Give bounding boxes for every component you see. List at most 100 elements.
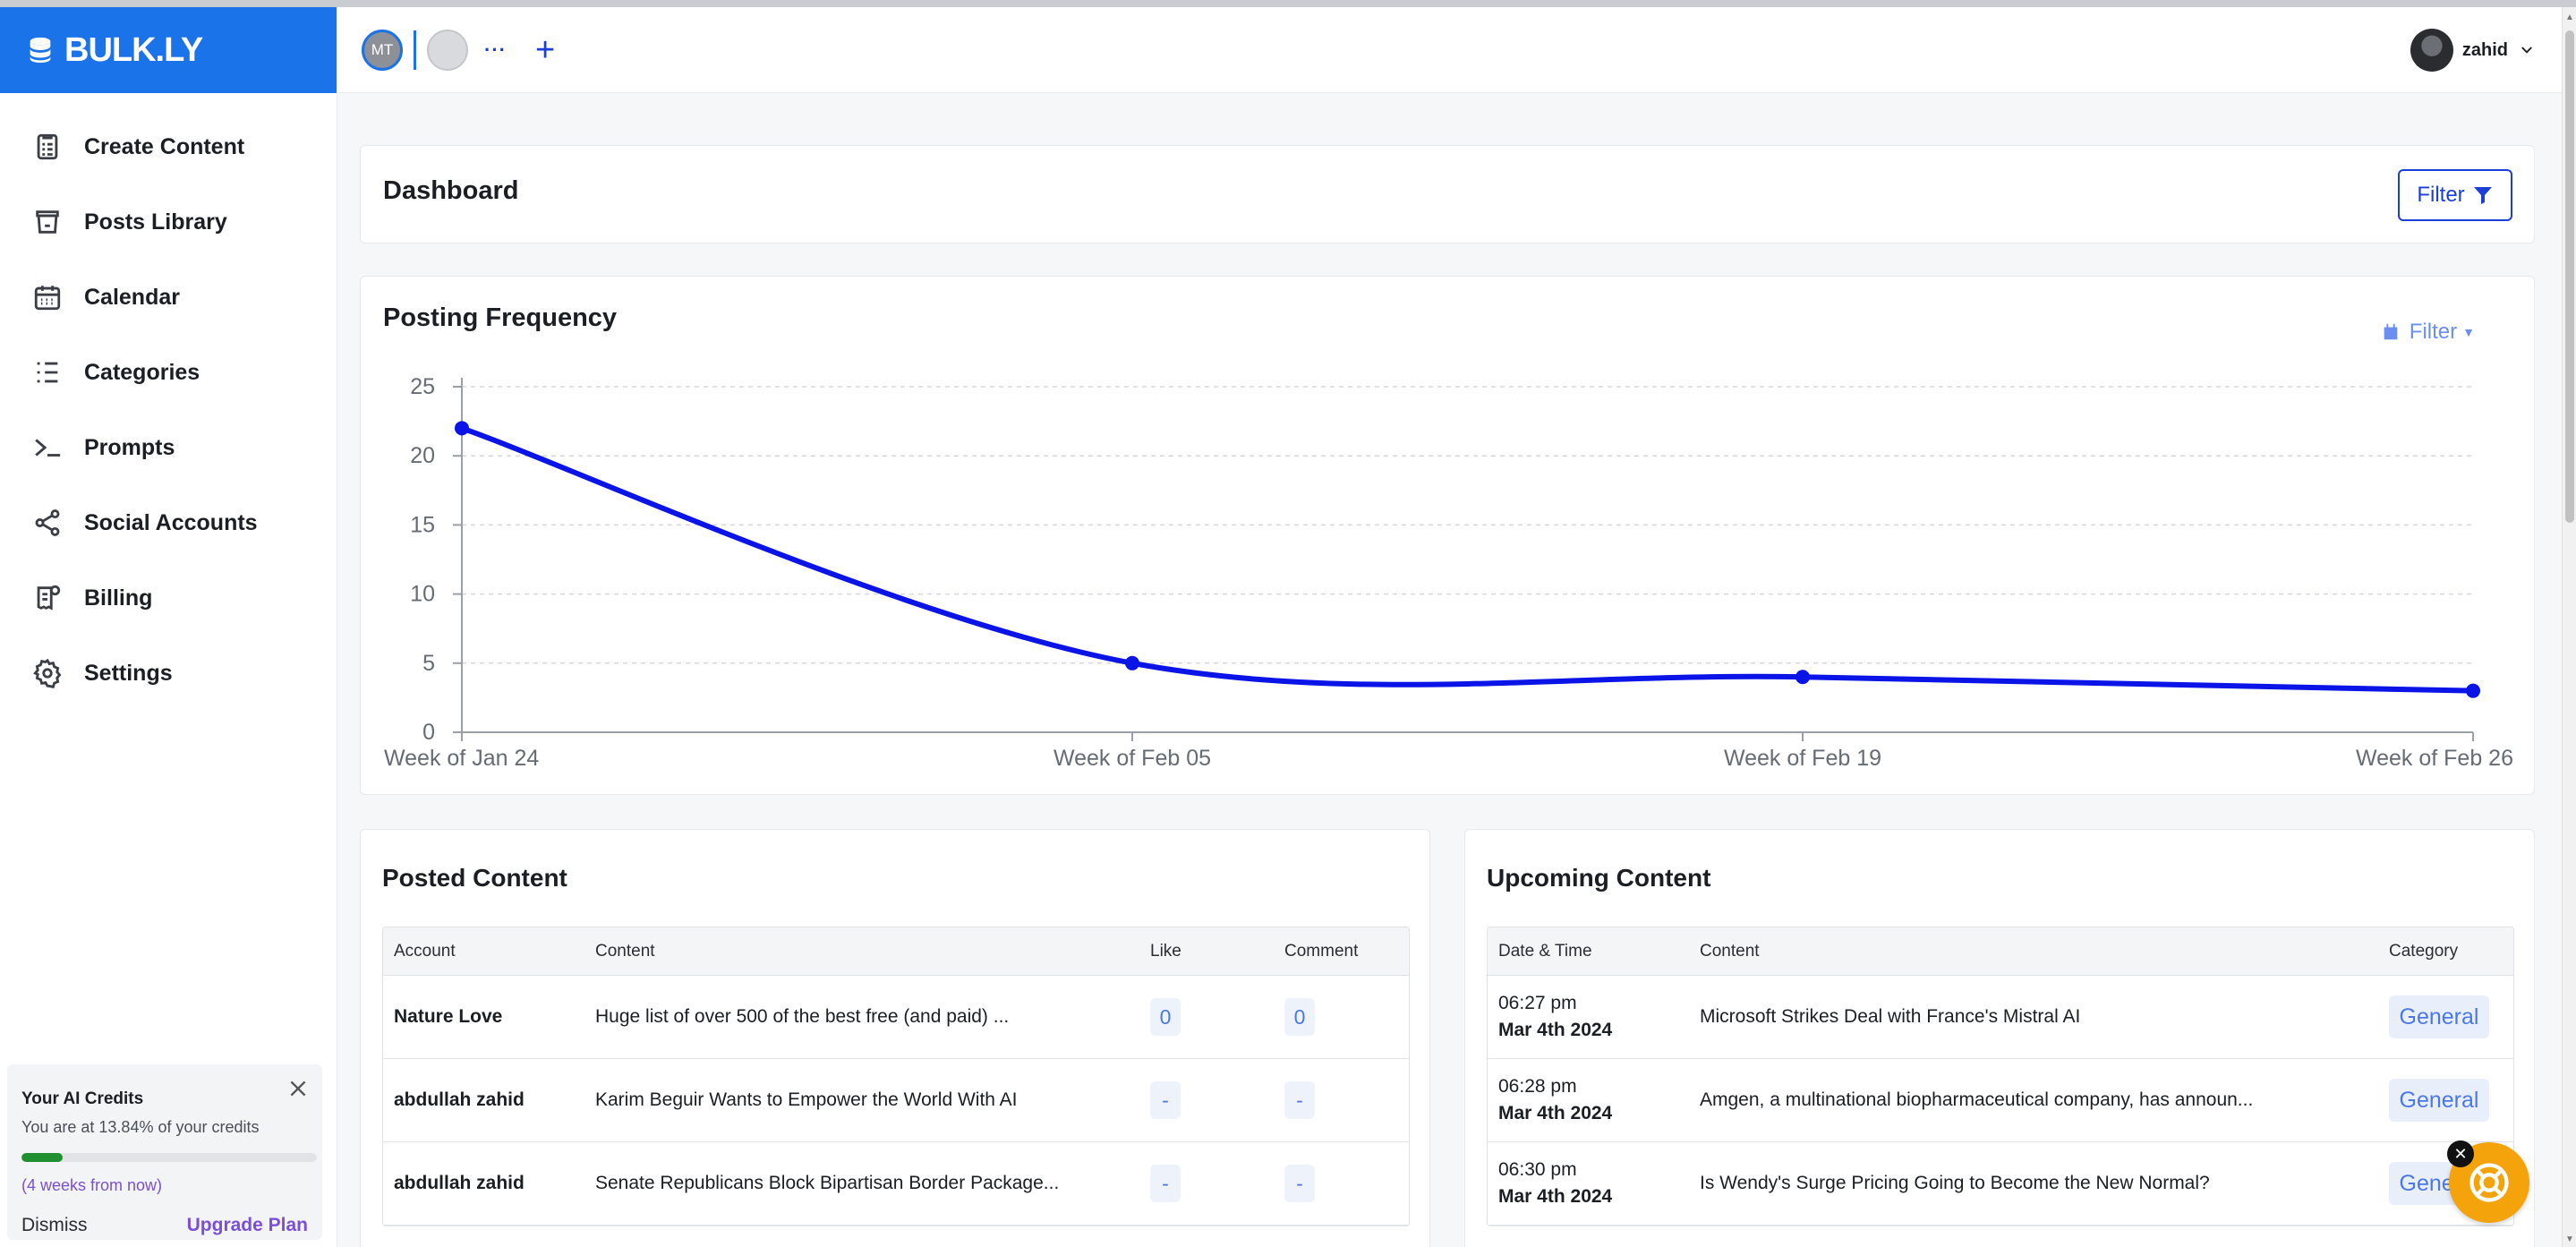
comment-cell: 0 xyxy=(1274,998,1408,1036)
scroll-up-arrow-icon[interactable]: ▲ xyxy=(2565,13,2574,22)
credits-reset-text: (4 weeks from now) xyxy=(21,1176,163,1194)
share-icon xyxy=(30,506,64,540)
datetime-cell: 06:28 pm Mar 4th 2024 xyxy=(1488,1076,1689,1124)
category-cell: General xyxy=(2378,1079,2512,1122)
sidebar-item-create-content[interactable]: Create Content xyxy=(0,109,337,184)
scroll-down-arrow-icon[interactable]: ▼ xyxy=(2565,1234,2574,1244)
section-title: Upcoming Content xyxy=(1487,864,1711,892)
data-point xyxy=(1796,670,1810,685)
y-tick-label: 0 xyxy=(422,720,435,745)
table-row[interactable]: Nature Love Huge list of over 500 of the… xyxy=(383,976,1409,1059)
sidebar-item-label: Calendar xyxy=(84,284,180,310)
category-badge[interactable]: General xyxy=(2389,1079,2489,1122)
dashboard-header-card: Dashboard Filter xyxy=(360,145,2535,243)
sidebar-item-settings[interactable]: Settings xyxy=(0,636,337,711)
browser-top-edge xyxy=(0,0,2576,7)
content-cell: Is Wendy's Surge Pricing Going to Become… xyxy=(1700,1173,2210,1193)
column-header: Account xyxy=(394,941,456,961)
like-count: - xyxy=(1150,1081,1181,1119)
account-avatar[interactable] xyxy=(427,29,468,71)
brand-logo[interactable]: BULK.LY xyxy=(0,7,337,93)
table-header: Date & Time Content Category xyxy=(1488,927,2513,976)
add-account-button[interactable]: + xyxy=(535,33,555,67)
y-tick-label: 25 xyxy=(410,374,435,399)
table-row[interactable]: abdullah zahid Karim Beguir Wants to Emp… xyxy=(383,1059,1409,1142)
dismiss-link[interactable]: Dismiss xyxy=(21,1215,88,1236)
page-scrollbar[interactable]: ▲ ▼ xyxy=(2562,7,2576,1247)
filter-button-label: Filter xyxy=(2417,183,2465,207)
sidebar-item-calendar[interactable]: Calendar xyxy=(0,260,337,335)
x-tick-label: Week of Feb 05 xyxy=(1053,746,1211,771)
sidebar-item-label: Billing xyxy=(84,585,153,611)
like-count: - xyxy=(1150,1165,1181,1202)
scrollbar-thumb[interactable] xyxy=(2565,30,2574,523)
sidebar-item-prompts[interactable]: Prompts xyxy=(0,410,337,485)
posting-frequency-chart: 0 5 10 15 20 25 Week of Jan 24 Week of Feb 05 We… xyxy=(384,374,2513,771)
category-badge[interactable]: General xyxy=(2389,995,2489,1038)
user-avatar xyxy=(2410,29,2453,72)
posted-content-card: Posted Content Account Content Like Comm… xyxy=(360,829,1430,1247)
scheduled-time: 06:27 pm xyxy=(1498,993,1577,1013)
table-row[interactable]: 06:30 pm Mar 4th 2024 Is Wendy's Surge P… xyxy=(1488,1142,2513,1226)
column-header: Like xyxy=(1150,941,1181,961)
comment-cell: - xyxy=(1274,1081,1408,1119)
content-cell: Karim Beguir Wants to Empower the World … xyxy=(595,1089,1018,1110)
scheduled-date: Mar 4th 2024 xyxy=(1498,1103,1613,1123)
sidebar: BULK.LY Create Content Posts Library Cal… xyxy=(0,7,337,1247)
section-title: Posted Content xyxy=(382,864,567,892)
content-cell: Huge list of over 500 of the best free (… xyxy=(595,1006,1010,1027)
sidebar-item-posts-library[interactable]: Posts Library xyxy=(0,184,337,260)
more-accounts-button[interactable]: ··· xyxy=(484,38,507,62)
account-avatar-mt[interactable]: MT xyxy=(362,29,403,71)
scheduled-time: 06:28 pm xyxy=(1498,1076,1577,1097)
user-menu[interactable]: zahid xyxy=(2410,29,2535,72)
like-cell: - xyxy=(1139,1081,1274,1119)
brand-name: BULK.LY xyxy=(64,30,203,69)
column-header: Content xyxy=(1700,941,1760,961)
x-tick-label: Week of Feb 19 xyxy=(1724,746,1881,771)
close-icon[interactable] xyxy=(286,1077,310,1100)
posted-content-table: Account Content Like Comment Nature Love… xyxy=(382,927,1410,1226)
page-title: Dashboard xyxy=(383,176,519,205)
sidebar-item-billing[interactable]: Billing xyxy=(0,560,337,636)
upgrade-plan-link[interactable]: Upgrade Plan xyxy=(187,1215,308,1236)
data-point xyxy=(1125,655,1139,670)
sidebar-item-label: Settings xyxy=(84,660,173,686)
help-widget-close-button[interactable]: ✕ xyxy=(2447,1140,2474,1167)
column-header: Content xyxy=(595,941,655,961)
lifebuoy-icon xyxy=(2469,1163,2509,1202)
datetime-cell: 06:30 pm Mar 4th 2024 xyxy=(1488,1159,1689,1208)
filter-button[interactable]: Filter xyxy=(2398,169,2512,221)
y-tick-label: 20 xyxy=(410,443,435,468)
content-cell: Senate Republicans Block Bipartisan Bord… xyxy=(595,1173,1060,1193)
terminal-icon xyxy=(30,431,64,465)
comment-cell: - xyxy=(1274,1165,1408,1202)
sidebar-item-categories[interactable]: Categories xyxy=(0,335,337,410)
archive-box-icon xyxy=(30,205,64,239)
table-row[interactable]: abdullah zahid Senate Republicans Block … xyxy=(383,1142,1409,1226)
sidebar-item-label: Create Content xyxy=(84,133,245,159)
clipboard-list-icon xyxy=(30,130,64,164)
like-cell: 0 xyxy=(1139,998,1274,1036)
y-tick-label: 10 xyxy=(410,582,435,607)
credits-progress-bar xyxy=(21,1153,317,1162)
sidebar-item-social-accounts[interactable]: Social Accounts xyxy=(0,485,337,560)
ai-credits-panel: Your AI Credits You are at 13.84% of you… xyxy=(7,1064,322,1240)
table-row[interactable]: 06:27 pm Mar 4th 2024 Microsoft Strikes … xyxy=(1488,976,2513,1059)
credits-title: Your AI Credits xyxy=(21,1089,144,1108)
comment-count: - xyxy=(1284,1081,1315,1119)
comment-count: - xyxy=(1284,1165,1315,1202)
sidebar-nav: Create Content Posts Library Calendar Ca… xyxy=(0,109,337,711)
topbar: MT ··· + zahid xyxy=(338,7,2562,93)
user-name: zahid xyxy=(2461,39,2508,60)
table-row[interactable]: 06:28 pm Mar 4th 2024 Amgen, a multinati… xyxy=(1488,1059,2513,1142)
receipt-icon xyxy=(30,581,64,615)
gear-icon xyxy=(30,656,64,690)
series-line xyxy=(459,425,2476,694)
y-tick-label: 15 xyxy=(410,512,435,537)
funnel-icon xyxy=(2473,187,2492,204)
y-tick-label: 5 xyxy=(422,651,435,676)
sidebar-item-label: Prompts xyxy=(84,434,175,460)
column-header: Category xyxy=(2389,941,2459,961)
account-divider xyxy=(414,30,416,70)
